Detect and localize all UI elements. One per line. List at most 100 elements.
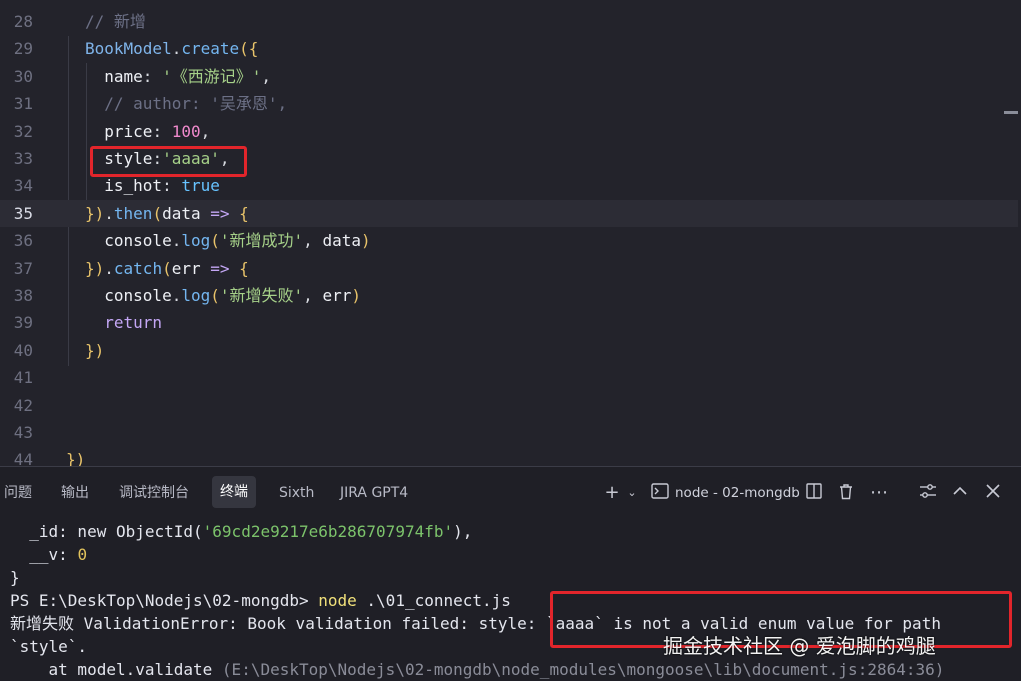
code-line[interactable]: 41 (0, 364, 1018, 391)
code-token: '新增成功' (219, 231, 304, 251)
terminal-line: __v: 0 (10, 543, 87, 566)
code-token: then (113, 203, 153, 223)
settings-icon[interactable] (918, 483, 938, 503)
tab-sixth[interactable]: Sixth (279, 480, 314, 506)
code-text[interactable]: price: 100, (85, 118, 210, 145)
more-icon[interactable]: ⋯ (869, 483, 889, 503)
object-id-value: '69cd2e9217e6b286707974fb' (202, 522, 454, 541)
code-token: // author: '吴承恩', (85, 94, 288, 114)
code-token: , (303, 231, 323, 251)
code-line[interactable]: 37 }).catch(err => { (0, 255, 1018, 282)
line-number: 41 (13, 368, 33, 388)
trash-icon[interactable] (836, 483, 856, 503)
terminal-text: _id: new ObjectId( (10, 522, 203, 541)
line-number: 39 (13, 313, 33, 333)
tab-debug-console[interactable]: 调试控制台 (119, 480, 189, 506)
line-number: 31 (13, 94, 33, 114)
code-editor[interactable]: 28// 新增 29 BookModel.create({30 name: '《西游… (0, 0, 1021, 466)
code-token: ( (162, 258, 172, 278)
code-line[interactable]: 43 (0, 419, 1018, 446)
code-token: . (104, 258, 114, 278)
code-line[interactable]: 32 price: 100, (0, 118, 1018, 145)
code-line[interactable]: 28 // 新增 (0, 8, 1018, 35)
line-number: 29 (13, 39, 33, 59)
highlight-box-style-line (90, 146, 247, 177)
code-text[interactable]: return (85, 309, 162, 336)
code-text[interactable]: console.log('新增失败', err) (85, 282, 361, 309)
code-text[interactable]: }) (66, 446, 85, 466)
tab-output[interactable]: 输出 (61, 480, 89, 506)
code-line[interactable]: 42 (0, 392, 1018, 419)
terminal-text: } (10, 568, 20, 587)
panel-tab-bar: 问题 输出 调试控制台 终端 Sixth JIRA GPT4 + ⌄ node … (0, 467, 1021, 517)
code-token: . (171, 39, 182, 59)
code-text[interactable]: }).then(data => { (85, 200, 249, 227)
line-number: 30 (13, 66, 33, 86)
code-line[interactable]: 44}) (0, 446, 1018, 466)
code-token: }) (85, 203, 105, 223)
code-token: true (181, 176, 220, 196)
code-line[interactable]: 38 console.log('新增失败', err) (0, 282, 1018, 309)
code-token: . (171, 286, 182, 305)
code-line[interactable]: 40}) (0, 337, 1018, 364)
code-line[interactable]: 30 name: '《西游记》', (0, 63, 1018, 90)
code-line[interactable]: 36 console.log('新增成功', data) (0, 227, 1018, 254)
line-number: 38 (13, 286, 33, 305)
code-token: }) (66, 450, 86, 466)
code-token: err (171, 258, 201, 278)
terminal-prompt-line: PS E:\DeskTop\Nodejs\02-mongdb> node .\0… (10, 589, 511, 612)
stack-path[interactable]: (E:\DeskTop\Nodejs\02-mongdb\node_module… (222, 660, 944, 679)
code-token: log (181, 286, 211, 305)
code-text[interactable]: console.log('新增成功', data) (85, 227, 371, 254)
code-token: , (261, 66, 271, 86)
code-token: return (85, 313, 163, 333)
code-token: ) (360, 231, 371, 251)
code-line[interactable]: 39 return (0, 309, 1018, 336)
terminal-icon (650, 483, 670, 503)
code-token: . (104, 203, 114, 223)
code-token: console (85, 286, 172, 305)
code-text[interactable]: // author: '吴承恩', (85, 90, 287, 117)
terminal-line: _id: new ObjectId('69cd2e9217e6b28670797… (10, 520, 472, 543)
terminal-instance-label[interactable]: node - 02-mongdb (675, 485, 800, 501)
chevron-down-icon[interactable]: ⌄ (622, 483, 642, 503)
tab-problems[interactable]: 问题 (4, 480, 32, 506)
code-token: 100 (171, 121, 201, 141)
version-value: 0 (77, 545, 88, 564)
code-text[interactable]: // 新增 (85, 8, 146, 35)
code-token: , (303, 286, 323, 305)
terminal-line: } (10, 566, 20, 589)
code-token: data (322, 231, 361, 251)
line-number: 43 (13, 423, 33, 442)
line-number: 37 (13, 258, 33, 278)
code-line[interactable]: 35}).then(data => { (0, 199, 1018, 228)
code-token: => (200, 203, 240, 223)
code-token: '新增失败' (219, 286, 304, 305)
chevron-up-icon[interactable] (950, 483, 970, 503)
code-token: { (239, 203, 249, 223)
plus-icon[interactable]: + (602, 483, 622, 503)
terminal-prompt: PS E:\DeskTop\Nodejs\02-mongdb> (10, 591, 319, 610)
code-token: , (200, 121, 211, 141)
tab-jira-gpt4[interactable]: JIRA GPT4 (340, 480, 408, 506)
code-line[interactable]: 29 BookModel.create({ (0, 35, 1018, 62)
code-token: { (239, 258, 249, 278)
code-token: : (152, 121, 172, 141)
code-text[interactable]: }).catch(err => { (85, 255, 249, 282)
code-line[interactable]: 31 // author: '吴承恩', (0, 90, 1018, 117)
code-token: console (85, 231, 172, 251)
terminal-error-line: `style`. (10, 635, 87, 658)
line-number: 42 (13, 395, 33, 415)
split-icon[interactable] (804, 483, 824, 503)
code-token: ( (210, 286, 220, 305)
tab-terminal[interactable]: 终端 (212, 476, 256, 508)
close-icon[interactable] (983, 483, 1003, 503)
error-message: `style`. (10, 637, 88, 656)
line-number: 33 (13, 149, 33, 168)
code-token: : (162, 176, 182, 196)
code-text[interactable]: BookModel.create({ (85, 35, 258, 62)
terminal-command: node (318, 591, 357, 610)
terminal-text: ), (453, 522, 473, 541)
code-text[interactable]: }) (85, 337, 104, 364)
code-text[interactable]: name: '《西游记》', (85, 63, 271, 90)
